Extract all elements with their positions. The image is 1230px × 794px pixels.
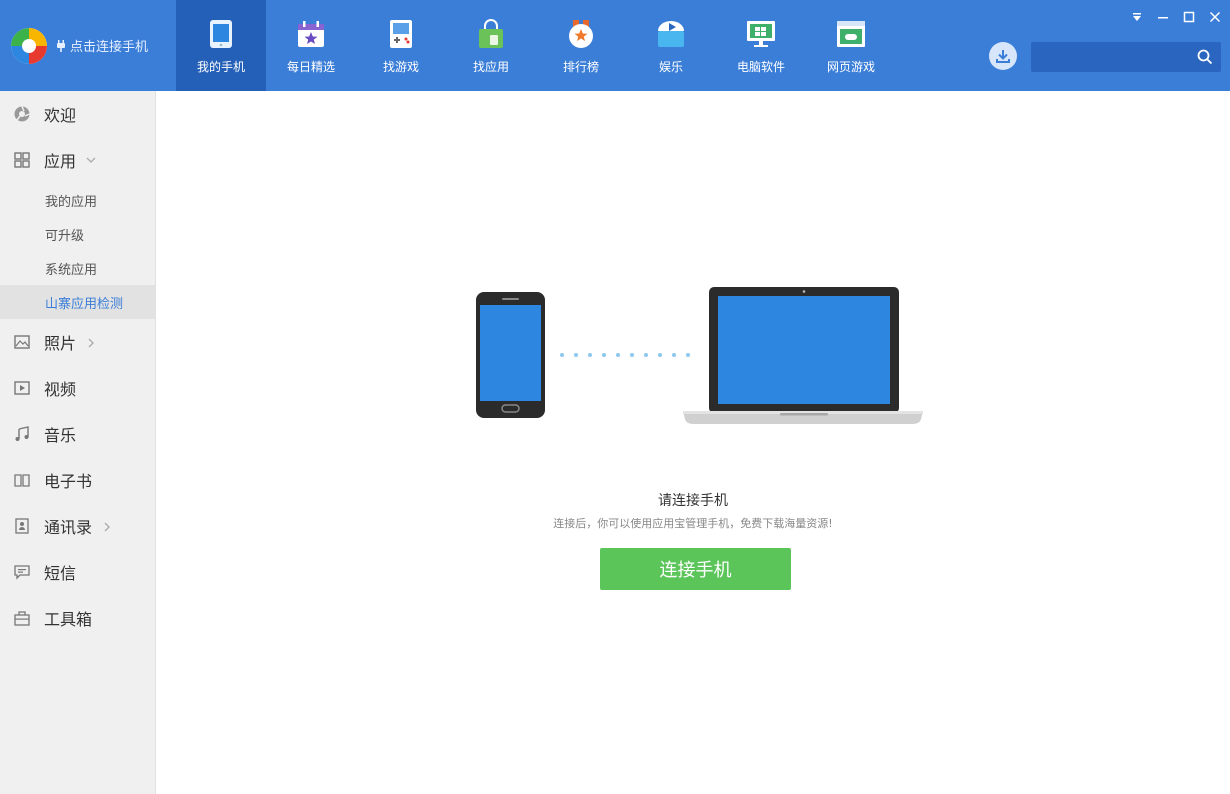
connect-phone-button[interactable]: 连接手机	[600, 548, 791, 590]
nav-web-games[interactable]: 网页游戏	[806, 0, 896, 91]
sidebar-item-label: 电子书	[44, 472, 93, 491]
minimize-icon	[1158, 17, 1168, 19]
photo-icon	[14, 335, 30, 349]
phone-illustration-icon	[476, 292, 545, 418]
connect-prompt-subtitle: 连接后，你可以使用应用宝管理手机，免费下载海量资源!	[553, 517, 833, 530]
sidebar-subitem-upgradable[interactable]: 可升级	[0, 217, 155, 251]
nav-label: 我的手机	[196, 60, 245, 74]
nav-find-apps[interactable]: 找应用	[446, 0, 536, 91]
sidebar-subitem-system-apps[interactable]: 系统应用	[0, 251, 155, 285]
sidebar-item-label: 应用	[44, 152, 77, 171]
laptop-illustration-icon	[683, 287, 923, 424]
shopping-bag-icon	[479, 19, 503, 48]
sidebar-item-label: 欢迎	[44, 106, 77, 125]
sidebar-item-label: 通讯录	[44, 518, 93, 537]
music-icon	[15, 426, 29, 441]
chevron-down-icon	[86, 157, 96, 163]
connection-dots	[560, 353, 690, 357]
nav-label: 娱乐	[658, 60, 683, 74]
sidebar-item-contacts[interactable]: 通讯录	[0, 503, 155, 549]
nav-label: 网页游戏	[826, 60, 875, 74]
sidebar-item-photos[interactable]: 照片	[0, 319, 155, 365]
sidebar-item-toolbox[interactable]: 工具箱	[0, 595, 155, 641]
app-logo-icon	[11, 28, 47, 64]
close-button[interactable]	[1206, 8, 1224, 26]
sidebar-item-label: 音乐	[44, 426, 77, 445]
connect-illustration	[476, 287, 923, 424]
maximize-button[interactable]	[1180, 8, 1198, 26]
minimize-button[interactable]	[1154, 8, 1172, 26]
download-icon	[996, 50, 1010, 63]
entertainment-icon	[658, 21, 684, 47]
plug-icon	[57, 39, 65, 52]
sidebar-subitem-counterfeit-check[interactable]: 山寨应用检测	[0, 285, 155, 319]
top-bar: 点击连接手机 我的手机 每日精选 找游戏 找应用 排行榜 娱乐 电脑软件 网页游…	[0, 0, 1230, 91]
sidebar-item-video[interactable]: 视频	[0, 365, 155, 411]
window-controls	[1128, 8, 1224, 26]
sidebar-item-label: 照片	[44, 334, 77, 353]
connect-phone-label: 点击连接手机	[70, 40, 149, 55]
contacts-icon	[15, 518, 29, 534]
sidebar-item-sms[interactable]: 短信	[0, 549, 155, 595]
nav-label: 排行榜	[562, 60, 599, 74]
phone-icon	[210, 20, 232, 48]
sms-icon	[14, 565, 30, 580]
monitor-icon	[747, 21, 775, 47]
chevron-right-icon	[104, 522, 110, 532]
nav-find-games[interactable]: 找游戏	[356, 0, 446, 91]
calendar-star-icon	[298, 21, 324, 47]
nav-entertainment[interactable]: 娱乐	[626, 0, 716, 91]
sidebar: 欢迎 应用 我的应用 可升级 系统应用 山寨应用检测 照片 视频 音乐 电子书	[0, 91, 156, 794]
search-box	[1031, 42, 1221, 72]
nav-daily-picks[interactable]: 每日精选	[266, 0, 356, 91]
menu-dropdown-button[interactable]	[1128, 8, 1146, 26]
sidebar-item-music[interactable]: 音乐	[0, 411, 155, 457]
welcome-icon	[14, 106, 30, 122]
close-icon	[1209, 11, 1221, 23]
sidebar-item-label: 工具箱	[44, 610, 93, 629]
ebook-icon	[14, 474, 30, 487]
medal-icon	[569, 20, 593, 48]
connect-phone-link[interactable]: 点击连接手机	[56, 36, 148, 55]
video-icon	[14, 381, 30, 395]
app-window: 点击连接手机 我的手机 每日精选 找游戏 找应用 排行榜 娱乐 电脑软件 网页游…	[0, 0, 1230, 794]
nav-pc-software[interactable]: 电脑软件	[716, 0, 806, 91]
nav-rankings[interactable]: 排行榜	[536, 0, 626, 91]
search-input[interactable]	[1031, 42, 1191, 72]
sidebar-item-welcome[interactable]: 欢迎	[0, 91, 155, 137]
nav-label: 找应用	[472, 60, 509, 74]
sidebar-item-apps[interactable]: 应用	[0, 137, 155, 183]
download-manager-button[interactable]	[989, 42, 1017, 70]
toolbox-icon	[14, 611, 30, 626]
sidebar-item-label: 视频	[44, 380, 77, 399]
main-nav: 我的手机 每日精选 找游戏 找应用 排行榜 娱乐 电脑软件 网页游戏	[176, 0, 896, 91]
maximize-icon	[1183, 11, 1195, 23]
sidebar-item-label: 短信	[44, 564, 77, 583]
dropdown-menu-icon	[1133, 13, 1141, 21]
chevron-right-icon	[88, 338, 94, 348]
web-game-icon	[837, 21, 865, 47]
nav-label: 每日精选	[286, 60, 335, 74]
apps-grid-icon	[14, 152, 30, 168]
sidebar-item-ebook[interactable]: 电子书	[0, 457, 155, 503]
gameboy-icon	[390, 20, 412, 48]
sidebar-subitem-my-apps[interactable]: 我的应用	[0, 183, 155, 217]
main-content: 请连接手机 连接后，你可以使用应用宝管理手机，免费下载海量资源! 连接手机	[156, 91, 1230, 794]
nav-label: 找游戏	[382, 60, 419, 74]
nav-label: 电脑软件	[736, 60, 785, 74]
logo-area: 点击连接手机	[0, 0, 176, 91]
search-icon[interactable]	[1197, 49, 1213, 65]
nav-my-phone[interactable]: 我的手机	[176, 0, 266, 91]
connect-prompt-title: 请连接手机	[658, 493, 728, 509]
